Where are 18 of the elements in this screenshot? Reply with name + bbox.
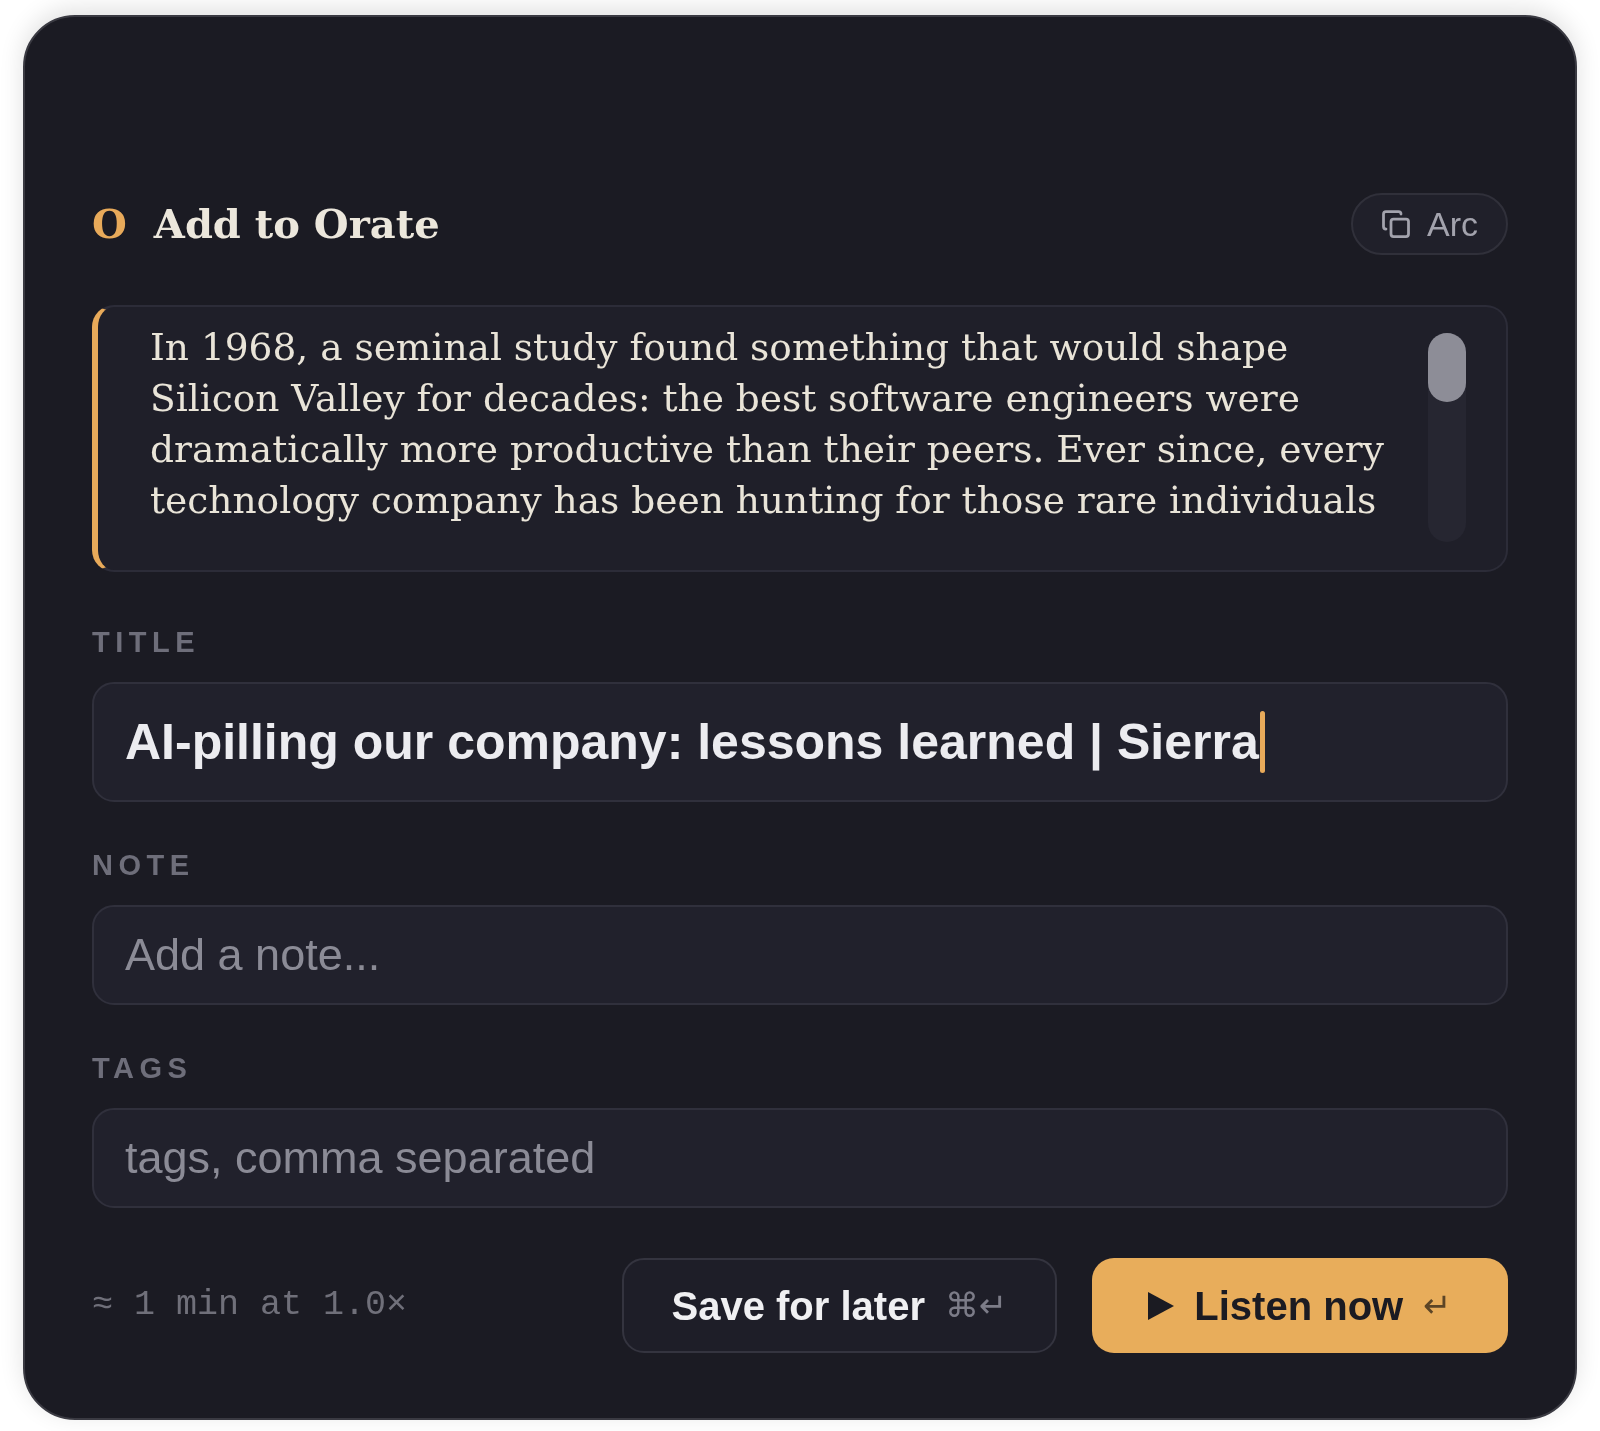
- title-field[interactable]: AI-pilling our company: lessons learned | Sierra: [92, 682, 1508, 802]
- source-button[interactable]: Arc: [1351, 193, 1508, 255]
- copy-icon: [1381, 209, 1411, 239]
- scrollbar-thumb[interactable]: [1428, 333, 1466, 402]
- field-label: TITLE: [92, 628, 202, 656]
- field-label: TAGS: [92, 1054, 194, 1082]
- text-field[interactable]: Add a note...: [92, 905, 1508, 1005]
- field-label: NOTE: [92, 851, 196, 879]
- play-icon: [1148, 1291, 1175, 1320]
- save-button[interactable]: Save for later ⌘↵: [622, 1258, 1057, 1353]
- listen-button[interactable]: Listen now ↵: [1092, 1258, 1508, 1353]
- shortcut-hint: ⌘↵: [945, 1284, 1008, 1327]
- text-field[interactable]: tags, comma separated: [92, 1108, 1508, 1208]
- dialog-title: Add to Orate: [153, 204, 440, 244]
- logo: O: [92, 204, 127, 244]
- listening-time-estimate: ≈ 1 min at 1.0×: [92, 1284, 409, 1328]
- shortcut-hint: ↵: [1423, 1284, 1452, 1327]
- excerpt-text: In 1968, a seminal study found something that would shape Silicon Valley for decades: the best software engineers were dramatically more productive than their peers. Ever since, every technology company has been hunting for those rare individuals: [149, 324, 1385, 524]
